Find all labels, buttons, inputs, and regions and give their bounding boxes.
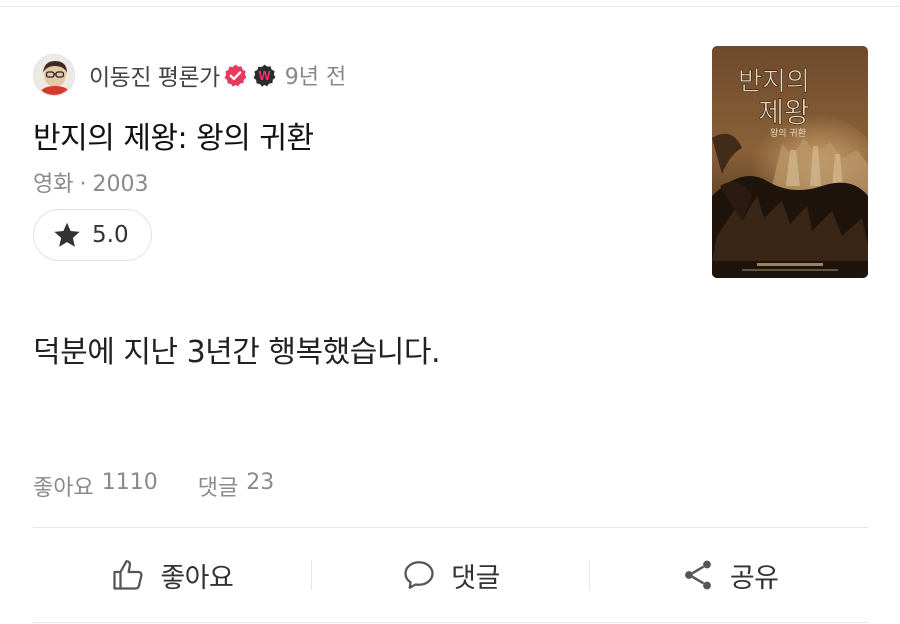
thumbs-up-icon [113, 560, 143, 590]
review-text[interactable]: 덕분에 지난 3년간 행복했습니다. [33, 327, 441, 371]
speech-bubble-icon [404, 561, 434, 589]
share-icon [684, 560, 711, 590]
movie-title[interactable]: 반지의 제왕: 왕의 귀환 [33, 113, 314, 157]
meta-separator: · [79, 172, 87, 197]
comments-stat[interactable]: 댓글 23 [198, 470, 274, 502]
bottom-divider [33, 622, 868, 623]
movie-category: 영화 [33, 172, 74, 197]
avatar-image [34, 55, 74, 95]
watcha-w-badge-icon: W [253, 64, 276, 87]
likes-stat[interactable]: 좋아요 1110 [33, 470, 158, 502]
star-icon [54, 222, 80, 247]
stats-row: 좋아요 1110 댓글 23 [33, 470, 274, 502]
svg-text:제왕: 제왕 [758, 96, 810, 129]
author-name[interactable]: 이동진 평론가 [89, 58, 220, 92]
comments-count: 23 [246, 470, 275, 495]
share-button[interactable]: 공유 [590, 528, 868, 622]
likes-count: 1110 [101, 470, 158, 495]
movie-poster[interactable]: 반지의 제왕 왕의 귀환 [712, 46, 868, 278]
comments-stat-label: 댓글 [197, 476, 239, 501]
author-avatar[interactable] [33, 54, 75, 96]
share-button-label: 공유 [729, 562, 779, 594]
comment-button[interactable]: 댓글 [312, 528, 590, 622]
rating-chip: 5.0 [33, 209, 152, 261]
rating-value: 5.0 [92, 222, 129, 248]
svg-text:왕의 귀환: 왕의 귀환 [770, 127, 806, 139]
poster-image: 반지의 제왕 왕의 귀환 [712, 46, 868, 278]
movie-meta: 영화 · 2003 [33, 166, 148, 198]
like-button[interactable]: 좋아요 [33, 528, 311, 622]
svg-text:W: W [258, 68, 270, 82]
movie-year: 2003 [92, 172, 149, 197]
top-divider [0, 6, 900, 7]
like-button-label: 좋아요 [160, 562, 234, 594]
post-time: 9년 전 [284, 65, 347, 90]
likes-stat-label: 좋아요 [33, 476, 94, 501]
action-bar: 좋아요 댓글 공유 [33, 528, 868, 622]
svg-text:반지의: 반지의 [738, 67, 810, 97]
comment-button-label: 댓글 [451, 562, 500, 594]
author-row: 이동진 평론가 W 9년 전 [33, 54, 346, 96]
verified-check-icon [224, 64, 247, 87]
